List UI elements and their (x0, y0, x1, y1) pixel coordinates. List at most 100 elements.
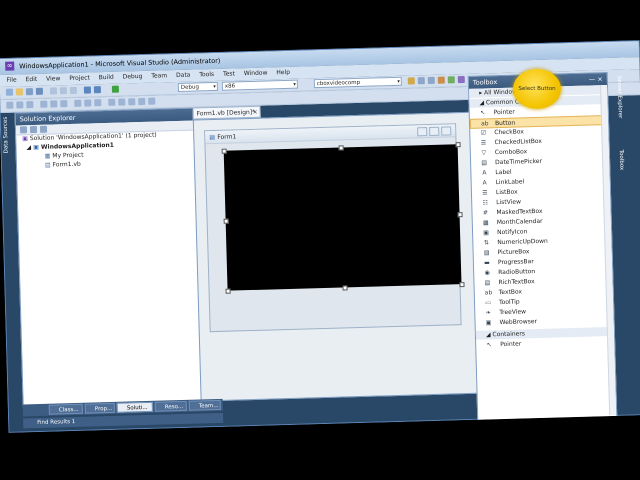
resize-handle[interactable] (342, 285, 348, 291)
tree-project-node[interactable]: ◢ ▣ WindowsApplication1 (26, 142, 114, 151)
panel-close-icon[interactable]: — × (589, 73, 603, 85)
align-center-icon[interactable] (16, 101, 24, 109)
resize-handle[interactable] (338, 145, 344, 151)
show-all-files-icon[interactable] (29, 125, 38, 134)
radio-icon: ◉ (484, 269, 490, 277)
menu-view[interactable]: View (46, 75, 60, 82)
spacing-icon[interactable] (118, 98, 126, 106)
textbox-icon: ab (484, 289, 493, 297)
paste-icon[interactable] (69, 86, 78, 95)
menu-build[interactable]: Build (99, 74, 114, 81)
right-side-tabs: Server Explorer Toolbox (608, 71, 640, 272)
annotation-callout: Select Button (513, 69, 561, 109)
spacing-icon[interactable] (128, 98, 136, 106)
properties-icon[interactable] (427, 76, 435, 85)
tree-item-form1[interactable]: ▤ Form1.vb (45, 161, 81, 169)
maximize-icon[interactable] (429, 126, 440, 136)
same-size-icon[interactable] (94, 99, 102, 107)
same-width-icon[interactable] (74, 99, 82, 107)
form-file-icon: ▤ (44, 161, 51, 169)
menu-window[interactable]: Window (244, 69, 268, 77)
align-left-icon[interactable] (6, 101, 14, 109)
solution-explorer-icon[interactable] (417, 77, 425, 85)
menu-project[interactable]: Project (69, 74, 90, 82)
configuration-select[interactable]: Debug ▾ (177, 81, 219, 92)
tab-team[interactable]: Team... (188, 399, 221, 411)
combobox-icon: ▽ (481, 149, 487, 157)
progressbar-icon: ▬ (483, 259, 490, 267)
selected-control-region[interactable] (223, 144, 462, 291)
start-page-icon[interactable] (447, 76, 455, 84)
toolbox-icon[interactable] (437, 76, 445, 84)
tree-item-my-project[interactable]: ▦ My Project (45, 152, 84, 160)
calendar-icon: ▦ (482, 219, 489, 227)
date-picker-icon: ▤ (481, 159, 488, 167)
align-bottom-icon[interactable] (60, 100, 68, 108)
listbox-icon: ☰ (482, 189, 488, 197)
web-browser-icon: ▣ (485, 319, 492, 327)
resize-handle[interactable] (225, 288, 231, 294)
menu-debug[interactable]: Debug (123, 73, 143, 81)
form1-design-surface[interactable]: ▤ Form1 (204, 123, 465, 333)
send-back-icon[interactable] (148, 97, 156, 105)
menu-file[interactable]: File (7, 76, 17, 83)
new-project-icon[interactable] (5, 88, 14, 96)
resize-handle[interactable] (459, 282, 465, 288)
properties-icon[interactable] (19, 126, 28, 134)
side-tab-toolbox[interactable]: Toolbox (614, 150, 625, 171)
properties-icon: ▦ (44, 152, 51, 160)
same-height-icon[interactable] (84, 99, 92, 107)
cut-icon[interactable] (49, 87, 58, 95)
menu-team[interactable]: Team (151, 72, 167, 79)
find-in-files-icon[interactable] (407, 77, 415, 85)
masked-textbox-icon: # (482, 209, 489, 217)
tab-properties[interactable]: Prop... (84, 402, 115, 414)
save-icon[interactable] (25, 88, 34, 96)
open-icon[interactable] (15, 88, 24, 96)
redo-icon[interactable] (93, 86, 102, 94)
menu-test[interactable]: Test (223, 70, 235, 77)
menu-edit[interactable]: Edit (25, 76, 37, 83)
resize-handle[interactable] (457, 212, 463, 218)
copy-icon[interactable] (59, 87, 68, 95)
menu-tools[interactable]: Tools (199, 71, 214, 78)
close-icon[interactable]: × (252, 107, 257, 118)
undo-icon[interactable] (83, 86, 92, 94)
start-debug-icon[interactable] (111, 85, 120, 93)
numeric-updown-icon: ⇅ (483, 239, 489, 247)
object-browser-icon[interactable] (457, 75, 465, 84)
side-tab-server-explorer[interactable]: Server Explorer (612, 76, 623, 119)
form-designer: ▤ Form1 (192, 111, 481, 402)
callout-text: Select Button (518, 86, 556, 92)
platform-select[interactable]: x86 ▾ (221, 79, 298, 91)
save-all-icon[interactable] (35, 87, 44, 95)
bring-front-icon[interactable] (138, 97, 146, 106)
find-combo[interactable]: cboxvideocomp ▾ (313, 76, 402, 89)
chevron-down-icon: ▾ (293, 81, 296, 88)
resize-handle[interactable] (455, 142, 461, 148)
treeview-icon: ❧ (485, 309, 491, 317)
solution-icon: ▣ (22, 135, 29, 143)
resize-handle[interactable] (221, 148, 227, 154)
menu-data[interactable]: Data (176, 72, 191, 79)
form-icon: ▤ (209, 133, 216, 142)
align-middle-icon[interactable] (50, 100, 58, 108)
tab-solution-explorer[interactable]: Soluti... (116, 401, 153, 413)
spacing-icon[interactable] (108, 98, 116, 106)
checkbox-icon: ☑ (480, 129, 487, 137)
align-top-icon[interactable] (40, 100, 48, 108)
close-icon[interactable] (441, 126, 452, 136)
resize-handle[interactable] (223, 218, 229, 224)
tab-resources[interactable]: Reso... (154, 400, 187, 412)
notify-icon: ▣ (483, 229, 489, 237)
tab-class-view[interactable]: Class... (48, 403, 83, 415)
menu-help[interactable]: Help (276, 69, 290, 76)
solution-explorer-panel: Solution Explorer — × ▣ Solution 'Window… (14, 106, 223, 407)
side-tab-data-sources[interactable]: Data Sources (3, 117, 14, 154)
align-right-icon[interactable] (26, 101, 34, 109)
collapse-arrow-icon: ◢ (485, 331, 491, 339)
refresh-icon[interactable] (39, 125, 48, 133)
link-label-icon: A (482, 179, 487, 187)
minimize-icon[interactable] (417, 127, 428, 137)
expand-arrow-icon: ▸ (479, 89, 483, 97)
